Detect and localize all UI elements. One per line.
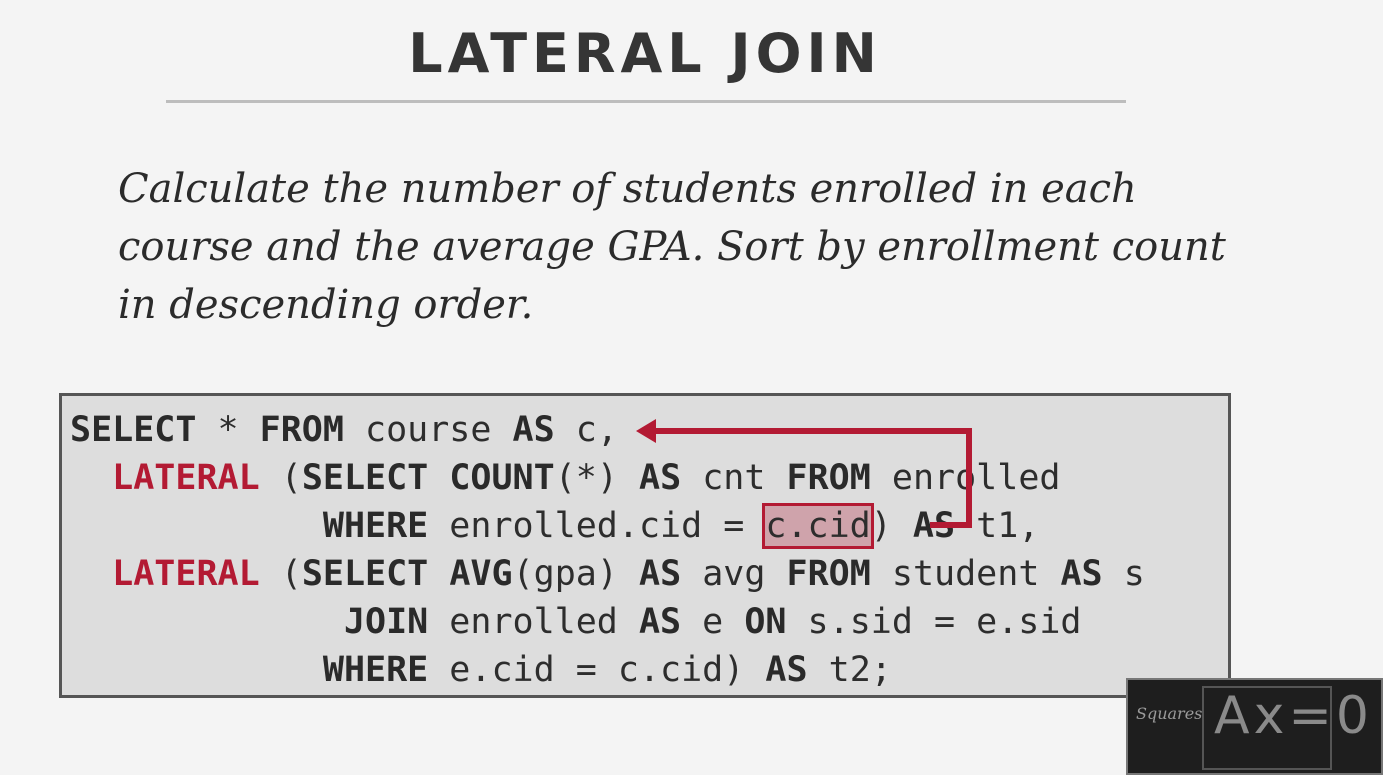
sql-keyword: WHERE <box>322 650 429 690</box>
sql-keyword: AVG <box>449 554 513 594</box>
code-line: WHERE e.cid = c.cid) AS t2; <box>70 646 1145 694</box>
sql-keyword: WHERE <box>322 506 429 546</box>
code-token: student <box>870 554 1061 594</box>
code-token: t1, <box>955 506 1040 546</box>
sql-keyword: ON <box>744 602 787 642</box>
code-line: LATERAL (SELECT AVG(gpa) AS avg FROM stu… <box>70 550 1145 598</box>
code-token: (*) <box>554 458 639 498</box>
sql-keyword: AS <box>1060 554 1103 594</box>
code-token: e <box>681 602 745 642</box>
code-token: ( <box>259 458 302 498</box>
code-line: WHERE enrolled.cid = c.cid) AS t1, <box>70 502 1145 550</box>
code-token: s <box>1102 554 1145 594</box>
code-line: JOIN enrolled AS e ON s.sid = e.sid <box>70 598 1145 646</box>
code-token: cnt <box>681 458 787 498</box>
sql-keyword: AS <box>638 602 682 642</box>
slide-title: LATERAL JOIN <box>408 22 882 85</box>
code-token: c, <box>554 410 618 450</box>
sql-keyword: JOIN <box>343 602 429 642</box>
sql-keyword: FROM <box>786 458 871 498</box>
code-token: s.sid = e.sid <box>786 602 1082 642</box>
sql-keyword: SELECT <box>301 458 429 498</box>
code-token: avg <box>681 554 787 594</box>
code-token: enrolled <box>428 602 639 642</box>
webcam-feed: Squares Ax=0 <box>1126 678 1383 775</box>
chalk-text-left: Squares <box>1136 704 1203 723</box>
sql-keyword: AS <box>512 410 555 450</box>
code-line: LATERAL (SELECT COUNT(*) AS cnt FROM enr… <box>70 454 1145 502</box>
highlighted-reference: c.cid <box>762 503 874 549</box>
title-divider <box>166 100 1126 103</box>
code-token: (gpa) <box>512 554 639 594</box>
slide-description: Calculate the number of students enrolle… <box>118 166 1226 328</box>
sql-keyword: SELECT <box>301 554 429 594</box>
code-token: course <box>343 410 513 450</box>
code-token: enrolled.cid = <box>428 506 766 546</box>
code-token: ) <box>870 506 913 546</box>
chalk-text-main: Ax=0 <box>1214 686 1373 746</box>
lateral-keyword: LATERAL <box>112 554 260 594</box>
code-line: SELECT * FROM course AS c, <box>70 406 1145 454</box>
sql-keyword: AS <box>639 458 682 498</box>
sql-keyword: FROM <box>259 410 344 450</box>
code-token: ( <box>259 554 302 594</box>
sql-keyword: AS <box>912 506 956 546</box>
sql-keyword: FROM <box>786 554 871 594</box>
code-token: enrolled <box>870 458 1061 498</box>
sql-keyword: AS <box>765 650 808 690</box>
code-token: t2; <box>807 650 892 690</box>
sql-code: SELECT * FROM course AS c, LATERAL (SELE… <box>70 406 1145 694</box>
code-token: * <box>196 410 260 450</box>
sql-keyword: AS <box>639 554 682 594</box>
sql-code-box: SELECT * FROM course AS c, LATERAL (SELE… <box>59 393 1231 698</box>
sql-keyword: COUNT <box>449 458 555 498</box>
code-token: e.cid = c.cid) <box>428 650 766 690</box>
lateral-keyword: LATERAL <box>112 458 260 498</box>
sql-keyword: SELECT <box>70 410 197 450</box>
